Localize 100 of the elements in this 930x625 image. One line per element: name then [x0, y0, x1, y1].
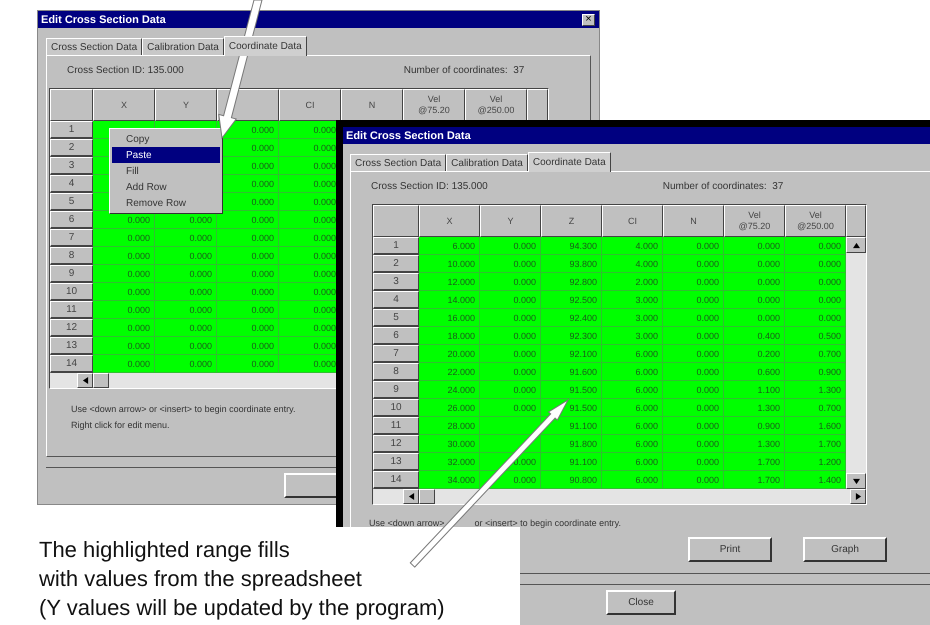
table-cell: 28.000 [419, 417, 480, 435]
table-cell: 0.000 [217, 229, 279, 247]
instruction-text: or <insert> to begin coordinate entry. [474, 517, 621, 530]
tab[interactable]: Cross Section Data [350, 154, 446, 171]
grid-corner [50, 89, 93, 121]
menu-item[interactable]: Add Row [112, 179, 220, 195]
table-cell: 26.000 [419, 399, 480, 417]
table-cell: 0.000 [155, 283, 217, 301]
tab[interactable]: Coordinate Data [528, 152, 611, 172]
coordinate-count: Number of coordinates: 37 [404, 65, 524, 78]
table-cell: 0.000 [480, 309, 541, 327]
table-cell: 92.500 [541, 291, 602, 309]
table-cell: 12.000 [419, 273, 480, 291]
table-cell: 0.000 [93, 247, 155, 265]
vertical-scrollbar[interactable] [846, 237, 866, 489]
scroll-thumb[interactable] [419, 489, 435, 504]
table-cell: 0.900 [724, 417, 785, 435]
table-cell: 0.000 [93, 229, 155, 247]
table-cell: 0.000 [155, 355, 217, 373]
table-cell: 93.800 [541, 255, 602, 273]
column-header[interactable]: CI [279, 89, 341, 121]
tab[interactable]: Calibration Data [142, 38, 224, 55]
column-header[interactable]: Y [155, 89, 217, 121]
scroll-thumb[interactable] [93, 373, 109, 388]
table-cell: 1.700 [785, 435, 846, 453]
tab[interactable]: Coordinate Data [224, 36, 307, 56]
dialog-button[interactable]: Print [688, 537, 772, 562]
grid-corner [846, 205, 866, 237]
menu-item[interactable]: Fill [112, 163, 220, 179]
table-cell: 0.000 [155, 229, 217, 247]
table-cell: 0.000 [480, 399, 541, 417]
close-button[interactable]: Close [606, 590, 676, 615]
menu-item[interactable]: Paste [112, 147, 220, 163]
table-cell: 1.700 [724, 471, 785, 489]
table-cell: 1.300 [785, 381, 846, 399]
table-cell: 1.100 [724, 381, 785, 399]
column-header[interactable]: Vel @250.00 [785, 205, 846, 237]
table-cell: 92.300 [541, 327, 602, 345]
column-header[interactable]: Z [541, 205, 602, 237]
table-cell: 0.000 [217, 283, 279, 301]
table-cell: 6.000 [602, 453, 663, 471]
table-cell: 0.000 [93, 283, 155, 301]
table-cell: 4.000 [602, 237, 663, 255]
table-cell: 0.000 [480, 273, 541, 291]
table-cell: 4.000 [602, 255, 663, 273]
table-cell: 0.000 [663, 435, 724, 453]
instruction-text: Use <down arrow> [369, 517, 445, 530]
table-cell: 6.000 [602, 399, 663, 417]
menu-item[interactable]: Remove Row [112, 195, 220, 211]
table-cell: 0.000 [663, 273, 724, 291]
table-cell: 0.000 [93, 337, 155, 355]
table-cell: 90.800 [541, 471, 602, 489]
table-cell: 34.000 [419, 471, 480, 489]
table-cell: 6.000 [602, 435, 663, 453]
close-button[interactable]: × [582, 14, 595, 26]
table-cell: 0.000 [480, 381, 541, 399]
table-cell: 32.000 [419, 453, 480, 471]
instruction-text: Use <down arrow> or <insert> to begin coordinate entry. [71, 403, 296, 416]
table-cell: 91.800 [541, 435, 602, 453]
column-header[interactable]: X [93, 89, 155, 121]
table-cell: 0.000 [480, 345, 541, 363]
column-header[interactable]: X [419, 205, 480, 237]
table-cell: 0.000 [785, 255, 846, 273]
table-cell: 3.000 [602, 309, 663, 327]
tab[interactable]: Calibration Data [446, 154, 528, 171]
tab[interactable]: Cross Section Data [46, 38, 142, 55]
right-arrow-icon [854, 493, 862, 500]
horizontal-scrollbar[interactable] [373, 489, 866, 504]
column-header[interactable]: N [663, 205, 724, 237]
table-cell: 0.000 [480, 363, 541, 381]
table-cell: 0.000 [155, 301, 217, 319]
table-cell: 0.000 [93, 355, 155, 373]
table-cell: 16.000 [419, 309, 480, 327]
column-header[interactable]: Vel @75.20 [724, 205, 785, 237]
table-cell: 1.200 [785, 453, 846, 471]
table-cell: 1.300 [724, 435, 785, 453]
window-title: Edit Cross Section Data [346, 130, 471, 142]
table-cell: 0.000 [663, 345, 724, 363]
table-cell: 1.700 [724, 453, 785, 471]
table-cell: 0.600 [724, 363, 785, 381]
table-cell: 20.000 [419, 345, 480, 363]
table-cell: 0.000 [663, 327, 724, 345]
table-cell: 0.000 [217, 247, 279, 265]
table-cell: 92.800 [541, 273, 602, 291]
column-header[interactable]: CI [602, 205, 663, 237]
table-cell: 22.000 [419, 363, 480, 381]
table-cell: 6.000 [602, 363, 663, 381]
up-arrow-icon [852, 242, 860, 248]
table-cell: 0.000 [724, 255, 785, 273]
column-header[interactable]: Y [480, 205, 541, 237]
table-cell: 0.000 [663, 237, 724, 255]
table-cell: 0.000 [724, 291, 785, 309]
instruction-text: Right click for edit menu. [71, 419, 170, 432]
table-cell: 0.000 [724, 273, 785, 291]
menu-item[interactable]: Copy [112, 131, 220, 147]
table-cell: 1.300 [724, 399, 785, 417]
table-cell: 91.100 [541, 453, 602, 471]
table-cell: 0.000 [480, 237, 541, 255]
dialog-button[interactable]: Graph [803, 537, 887, 562]
table-cell: 0.000 [217, 211, 279, 229]
